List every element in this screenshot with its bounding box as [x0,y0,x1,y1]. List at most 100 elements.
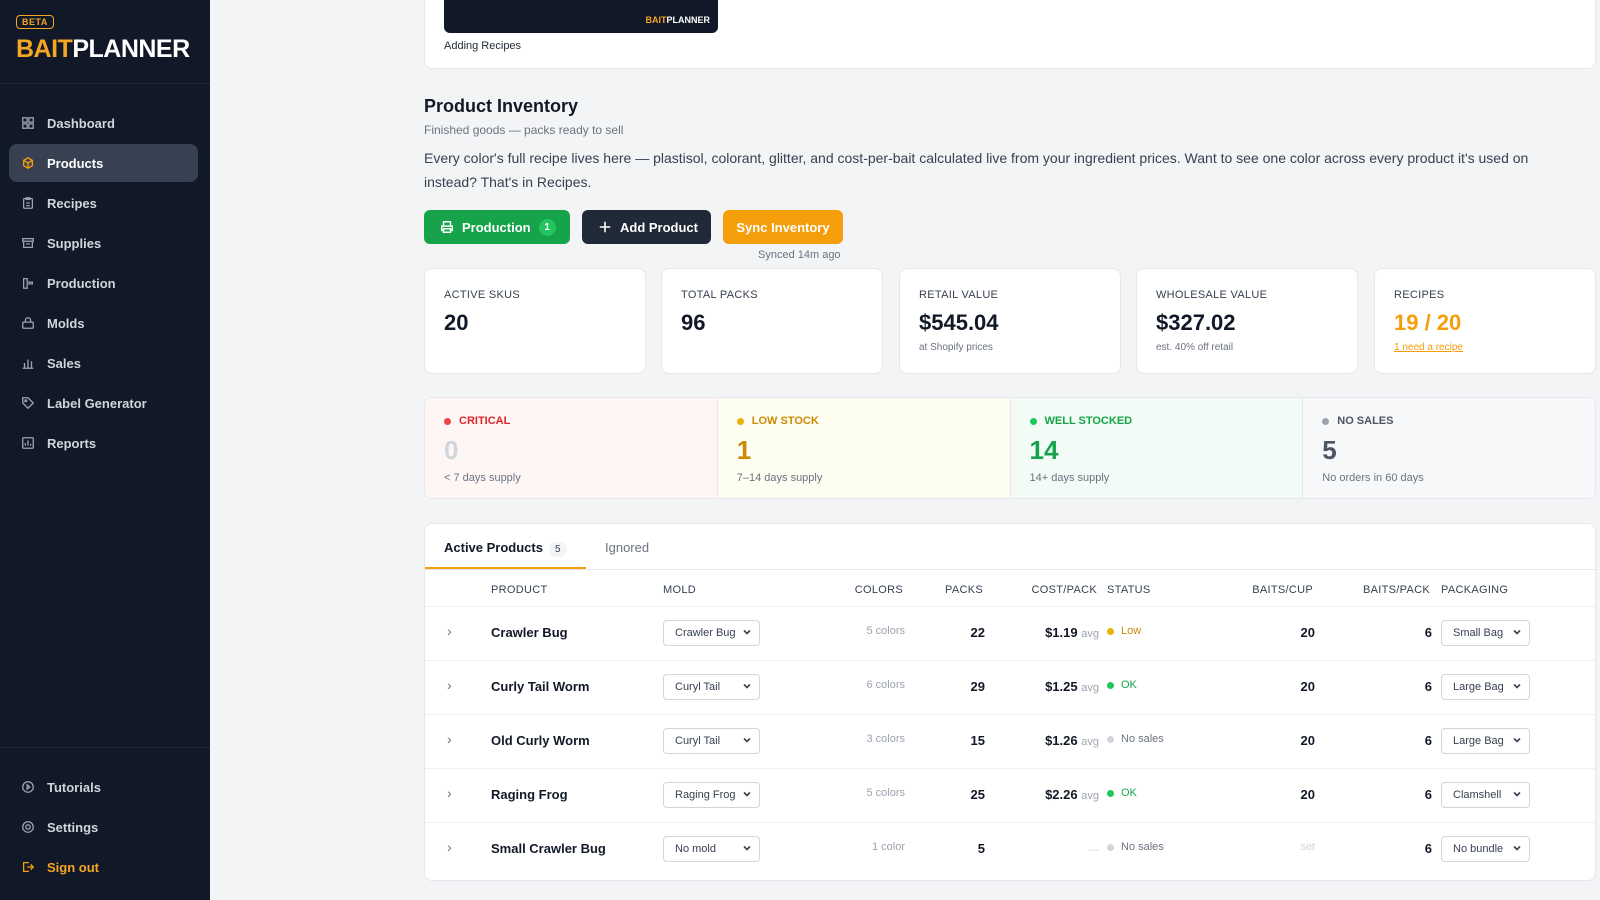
level-low-stock[interactable]: LOW STOCK 1 7–14 days supply [717,398,1011,498]
sidebar-item-supplies[interactable]: Supplies [9,224,198,262]
baits-per-cup: 20 [1300,733,1315,748]
packs-count: 22 [970,625,985,640]
product-name: Crawler Bug [491,625,568,640]
video-caption: Adding Recipes [444,40,522,52]
sidebar-item-label: Label Generator [47,395,147,411]
mold-select[interactable]: Raging Frog [663,782,760,808]
expand-chevron-icon[interactable]: › [447,785,452,801]
baits-per-pack: 6 [1424,787,1432,802]
cost-per-pack: $1.25 avg [1045,679,1099,694]
sidebar-item-label: Settings [47,819,99,835]
sidebar-item-label: Production [47,275,116,291]
product-name: Raging Frog [491,787,568,802]
tab-active-products[interactable]: Active Products 5 [444,540,567,557]
colors-count: 6 colors [866,679,905,691]
level-well-stocked[interactable]: WELL STOCKED 14 14+ days supply [1010,398,1304,498]
baits-per-pack: 6 [1424,679,1432,694]
tabs: Active Products 5 Ignored [425,524,1595,570]
tab-count-badge: 5 [548,542,567,557]
need-recipe-link[interactable]: 1 need a recipe [1394,342,1576,353]
sidebar-item-label: Recipes [47,195,97,211]
sidebar-item-recipes[interactable]: Recipes [9,184,198,222]
sidebar-item-sign-out[interactable]: Sign out [9,848,198,886]
video-logo: BAITPLANNER [645,15,710,25]
status-badge: Low [1107,625,1141,637]
sidebar-item-molds[interactable]: Molds [9,304,198,342]
sidebar-item-settings[interactable]: Settings [9,808,198,846]
table-row[interactable]: › Old Curly Worm Curyl Tail 3 colors 15 … [425,714,1595,768]
sidebar-item-dashboard[interactable]: Dashboard [9,104,198,142]
add-product-button[interactable]: Add Product [582,210,711,244]
sidebar-item-label-generator[interactable]: Label Generator [9,384,198,422]
sync-inventory-button[interactable]: Sync Inventory [723,210,843,244]
column-header-packaging: PACKAGING [1441,584,1509,596]
production-count-badge: 1 [538,218,556,236]
packaging-select[interactable]: Large Bag [1441,674,1530,700]
packaging-select[interactable]: Clamshell [1441,782,1530,808]
table-row[interactable]: › Curly Tail Worm Curyl Tail 6 colors 29… [425,660,1595,714]
colors-count: 5 colors [866,787,905,799]
mold-select[interactable]: Curyl Tail [663,674,760,700]
archive-icon [21,236,35,250]
sidebar-item-reports[interactable]: Reports [9,424,198,462]
status-dot [1322,417,1330,425]
expand-chevron-icon[interactable]: › [447,623,452,639]
active-tab-indicator [425,567,586,569]
table-row[interactable]: › Raging Frog Raging Frog 5 colors 25 $2… [425,768,1595,822]
column-header-product: PRODUCT [491,584,548,596]
stat-active-skus: ACTIVE SKUS 20 [424,268,646,374]
column-header-packs: PACKS [945,584,983,596]
packaging-select[interactable]: Small Bag [1441,620,1530,646]
mold-select[interactable]: Curyl Tail [663,728,760,754]
column-header-mold: MOLD [663,584,696,596]
status-badge: OK [1107,787,1137,799]
logo[interactable]: BAITPLANNER [16,35,194,64]
sidebar-item-label: Tutorials [47,779,101,795]
tab-ignored[interactable]: Ignored [605,540,649,555]
status-dot [1107,843,1114,851]
synced-status: Synced 14m ago [758,249,841,261]
grid-icon [21,116,35,130]
status-dot [736,417,744,425]
table-row[interactable]: › Small Crawler Bug No mold 1 color 5 — … [425,822,1595,876]
mold-select[interactable]: No mold [663,836,760,862]
product-name: Curly Tail Worm [491,679,590,694]
sidebar-item-label: Reports [47,435,97,451]
production-button[interactable]: Production 1 [424,210,570,244]
sidebar-item-tutorials[interactable]: Tutorials [9,768,198,806]
video-thumbnail[interactable]: BAITPLANNER [444,0,718,33]
expand-chevron-icon[interactable]: › [447,839,452,855]
table-row[interactable]: › Crawler Bug Crawler Bug 5 colors 22 $1… [425,606,1595,660]
packs-count: 25 [970,787,985,802]
expand-chevron-icon[interactable]: › [447,731,452,747]
status-dot [1107,735,1114,743]
product-name: Old Curly Worm [491,733,590,748]
packs-count: 5 [977,841,985,856]
package-icon [21,156,35,170]
mold-select[interactable]: Crawler Bug [663,620,760,646]
mold-icon [21,316,35,330]
tutorial-card: BAITPLANNER Adding Recipes [424,0,1596,69]
level-no-sales[interactable]: NO SALES 5 No orders in 60 days [1303,398,1595,498]
baits-per-cup: 20 [1300,679,1315,694]
level-critical[interactable]: CRITICAL 0 < 7 days supply [425,398,718,498]
sidebar-item-sales[interactable]: Sales [9,344,198,382]
status-dot [1107,789,1114,797]
packaging-select[interactable]: Large Bag [1441,728,1530,754]
colors-count: 5 colors [866,625,905,637]
status-dot [1107,681,1114,689]
sidebar-item-label: Sales [47,355,81,371]
packaging-select[interactable]: No bundle [1441,836,1530,862]
factory-icon [21,276,35,290]
sidebar-item-production[interactable]: Production [9,264,198,302]
cost-per-pack: — [1088,844,1099,856]
sidebar-item-products[interactable]: Products [9,144,198,182]
column-header-baits-pack: BAITS/PACK [1363,584,1430,596]
sidebar-item-label: Supplies [47,235,102,251]
sidebar-item-label: Dashboard [47,115,115,131]
sidebar-nav: Dashboard Products Recipes Supplies Prod… [0,84,210,462]
status-badge: No sales [1107,733,1164,745]
gear-icon [21,820,35,834]
expand-chevron-icon[interactable]: › [447,677,452,693]
baits-per-cup: 20 [1300,787,1315,802]
